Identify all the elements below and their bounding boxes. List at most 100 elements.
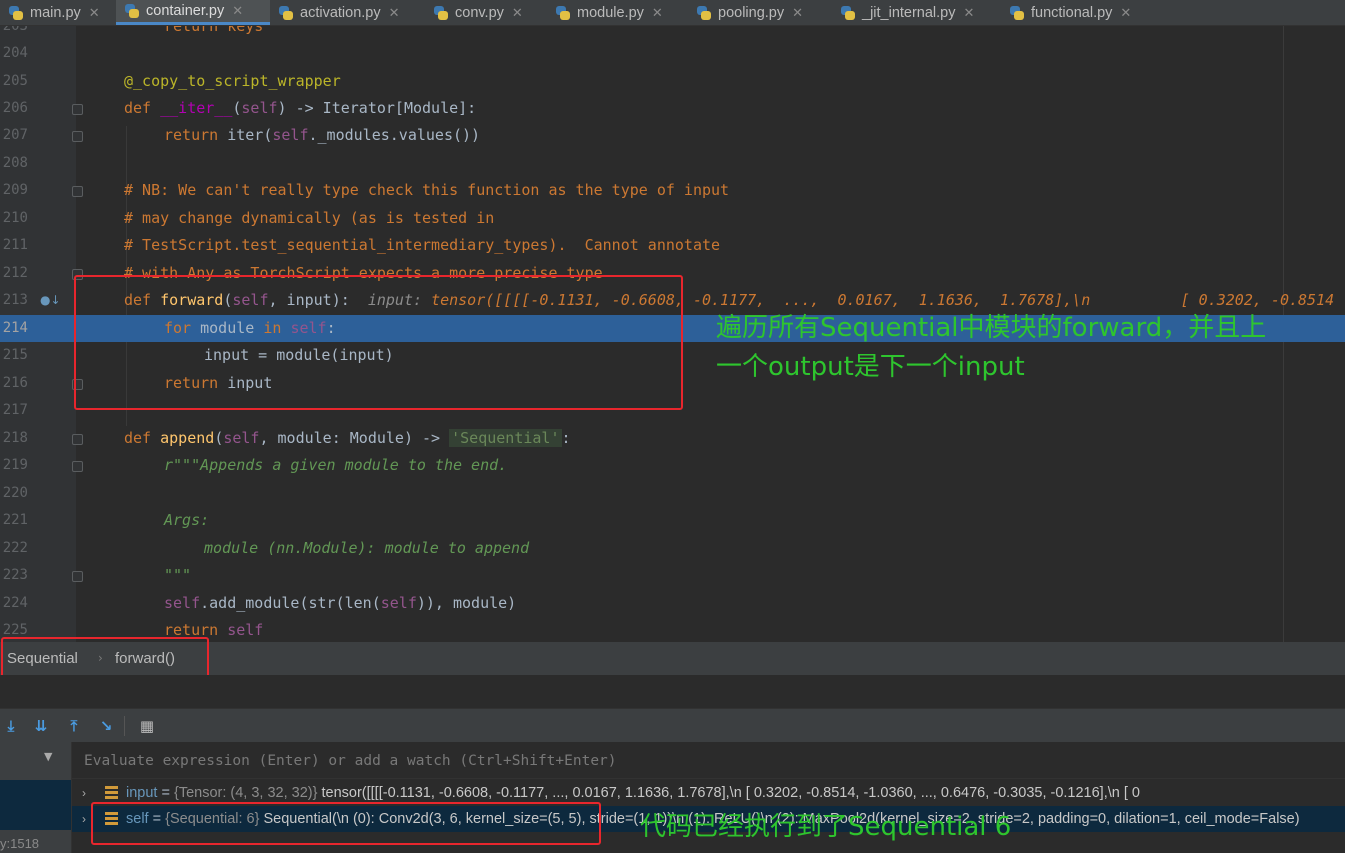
self-keyword: self (241, 99, 278, 117)
python-file-icon (1009, 5, 1025, 21)
python-file-icon (8, 5, 24, 21)
variable-icon (105, 786, 118, 799)
override-icon[interactable]: ●↓ (40, 287, 61, 314)
tab-container-py[interactable]: container.py ✕ (116, 0, 270, 25)
panel-divider (0, 675, 1345, 708)
code-line[interactable]: 222 module (nn.Module): module to append (0, 535, 1345, 562)
line-number: 217 (2, 402, 28, 418)
tab-label: module.py (577, 4, 644, 21)
line-number: 216 (2, 375, 28, 391)
keyword: def (124, 99, 152, 117)
docstring: module (nn.Module): module to append (204, 539, 530, 557)
code-text: @_copy_to_script_wrapper (124, 68, 341, 95)
tab-activation-py[interactable]: activation.py ✕ (270, 0, 425, 25)
python-file-icon (278, 5, 294, 21)
evaluate-expression-input[interactable] (82, 742, 1336, 780)
line-number: 206 (2, 100, 28, 116)
close-icon[interactable]: ✕ (652, 5, 663, 21)
run-to-cursor-icon[interactable]: ↘ (95, 715, 117, 737)
line-number: 221 (2, 512, 28, 528)
code-text: def append(self, module: Module) -> 'Seq… (124, 429, 571, 447)
self-keyword: self (227, 621, 264, 639)
tab-label: functional.py (1031, 4, 1113, 21)
code-line[interactable]: 220 (0, 480, 1345, 507)
python-file-icon (124, 3, 140, 19)
tab-pooling-py[interactable]: pooling.py ✕ (688, 0, 832, 25)
close-icon[interactable]: ✕ (89, 5, 100, 21)
frames-panel[interactable]: ▼ y:1518 (0, 742, 72, 853)
close-icon[interactable]: ✕ (389, 5, 400, 21)
code-line[interactable]: 210 # may change dynamically (as is test… (0, 205, 1345, 232)
close-icon[interactable]: ✕ (512, 5, 523, 21)
python-file-icon (696, 5, 712, 21)
line-number: 214 (2, 320, 28, 336)
code-line[interactable]: 205 @_copy_to_script_wrapper (0, 68, 1345, 95)
tab-module-py[interactable]: module.py ✕ (547, 0, 688, 25)
decorator: @_copy_to_script_wrapper (124, 72, 341, 90)
code-line[interactable]: 209 # NB: We can't really type check thi… (0, 177, 1345, 204)
fold-marker-icon[interactable] (72, 571, 83, 582)
self-keyword: self (380, 594, 417, 612)
code-line[interactable]: 207 return iter(self._modules.values()) (0, 122, 1345, 149)
tab-functional-py[interactable]: functional.py ✕ (1001, 0, 1151, 25)
line-number: 218 (2, 430, 28, 446)
fold-marker-icon[interactable] (72, 186, 83, 197)
close-icon[interactable]: ✕ (1120, 5, 1131, 21)
self-keyword: self (164, 594, 201, 612)
variable-type: {Tensor: (4, 3, 32, 32)} (173, 785, 318, 801)
code-line[interactable]: 211 # TestScript.test_sequential_interme… (0, 232, 1345, 259)
variable-name: input (126, 785, 158, 801)
chevron-down-icon[interactable]: ▼ (44, 750, 52, 763)
tab-jit-internal-py[interactable]: _jit_internal.py ✕ (832, 0, 1001, 25)
forward-method-highlight-box (74, 275, 683, 410)
fold-marker-icon[interactable] (72, 461, 83, 472)
python-file-icon (433, 5, 449, 21)
docstring: r"""Appends a given module to the end. (164, 456, 508, 474)
tab-label: _jit_internal.py (862, 4, 956, 21)
chevron-right-icon[interactable]: › (82, 806, 86, 832)
tab-main-py[interactable]: main.py ✕ (0, 0, 116, 25)
step-out-icon[interactable]: ⤒ (63, 715, 85, 737)
line-number: 220 (2, 485, 28, 501)
chevron-right-icon[interactable]: › (82, 780, 86, 806)
line-number: 212 (2, 265, 28, 281)
close-icon[interactable]: ✕ (964, 5, 975, 21)
line-number: 209 (2, 182, 28, 198)
line-number: 213 (2, 292, 28, 308)
paren: ( (335, 594, 345, 612)
fold-marker-icon[interactable] (72, 131, 83, 142)
line-number: 223 (2, 567, 28, 583)
self-keyword: self (223, 429, 260, 447)
selected-frame[interactable] (0, 780, 71, 830)
close-icon[interactable]: ✕ (232, 3, 243, 19)
evaluate-expression-icon[interactable]: ▦ (136, 715, 158, 737)
fold-marker-icon[interactable] (72, 104, 83, 115)
code-line[interactable]: 221 Args: (0, 507, 1345, 534)
line-number: 208 (2, 155, 28, 171)
editor-tab-bar: main.py ✕ container.py ✕ activation.py ✕… (0, 0, 1345, 26)
code-line[interactable]: 218 def append(self, module: Module) -> … (0, 425, 1345, 452)
code-line[interactable]: 223 """ (0, 562, 1345, 589)
line-number: 211 (2, 237, 28, 253)
fold-marker-icon[interactable] (72, 434, 83, 445)
tab-conv-py[interactable]: conv.py ✕ (425, 0, 547, 25)
code-line[interactable]: 206 def __iter__(self) -> Iterator[Modul… (0, 95, 1345, 122)
close-icon[interactable]: ✕ (792, 5, 803, 21)
python-file-icon (840, 5, 856, 21)
builtin-call: iter (227, 126, 264, 144)
line-number: 205 (2, 73, 28, 89)
code-text: return keys (164, 26, 263, 40)
step-over-icon[interactable]: ⤓ (0, 715, 22, 737)
frame-line-number: y:1518 (0, 836, 40, 851)
forward-annotation-line2: 一个output是下一个input (716, 352, 1025, 382)
code-line[interactable]: 224 self.add_module(str(len(self)), modu… (0, 590, 1345, 617)
self-variable-highlight-box (91, 802, 601, 845)
keyword: def (124, 429, 152, 447)
line-number: 210 (2, 210, 28, 226)
code-line[interactable]: 204 (0, 40, 1345, 67)
code-line[interactable]: 203 return keys (0, 26, 1345, 40)
code-line[interactable]: 208 (0, 150, 1345, 177)
code-rest: )), module) (416, 594, 517, 612)
code-line[interactable]: 219 r"""Appends a given module to the en… (0, 452, 1345, 479)
step-into-icon[interactable]: ⇊ (30, 715, 52, 737)
